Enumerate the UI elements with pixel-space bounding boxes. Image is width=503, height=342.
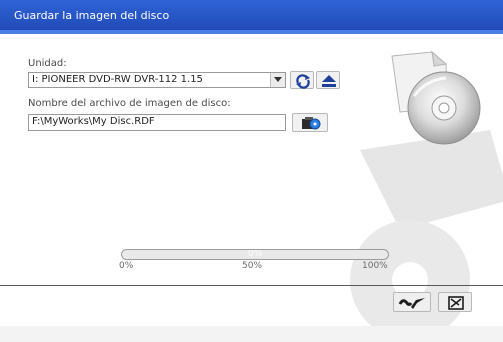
drive-select-value: I: PIONEER DVD-RW DVR-112 1.15 bbox=[32, 74, 203, 85]
image-file-path: F:\MyWorks\My Disc.RDF bbox=[32, 116, 155, 127]
progress-percent: 0% bbox=[247, 249, 263, 259]
save-disc-image-dialog: Guardar la imagen del disco Unidad: I: P… bbox=[0, 0, 503, 342]
refresh-icon bbox=[296, 74, 310, 89]
window-title: Guardar la imagen del disco bbox=[14, 9, 170, 22]
checkmark-icon bbox=[398, 298, 425, 309]
horizontal-scrollbar[interactable] bbox=[0, 326, 503, 342]
progress-bar: 0% bbox=[121, 249, 389, 260]
browse-folder-icon bbox=[302, 117, 321, 130]
confirm-button[interactable] bbox=[393, 292, 431, 312]
drive-select[interactable]: I: PIONEER DVD-RW DVR-112 1.15 bbox=[28, 72, 286, 88]
progress-tick-100: 100% bbox=[362, 261, 388, 271]
title-bar-accent bbox=[0, 30, 503, 34]
progress-tick-0: 0% bbox=[119, 261, 134, 271]
image-file-input[interactable]: F:\MyWorks\My Disc.RDF bbox=[28, 114, 286, 131]
drive-label: Unidad: bbox=[28, 58, 67, 69]
footer-divider bbox=[0, 285, 503, 286]
progress-tick-50: 50% bbox=[242, 261, 263, 271]
image-file-label: Nombre del archivo de imagen de disco: bbox=[28, 98, 231, 109]
browse-button[interactable] bbox=[292, 113, 328, 132]
cancel-icon bbox=[448, 296, 464, 310]
refresh-button[interactable] bbox=[290, 71, 314, 89]
eject-icon bbox=[322, 75, 336, 87]
cancel-button[interactable] bbox=[438, 292, 472, 312]
title-bar: Guardar la imagen del disco bbox=[0, 0, 503, 34]
eject-button[interactable] bbox=[316, 71, 340, 89]
disc-icon bbox=[391, 50, 481, 145]
chevron-down-icon[interactable] bbox=[270, 73, 285, 87]
